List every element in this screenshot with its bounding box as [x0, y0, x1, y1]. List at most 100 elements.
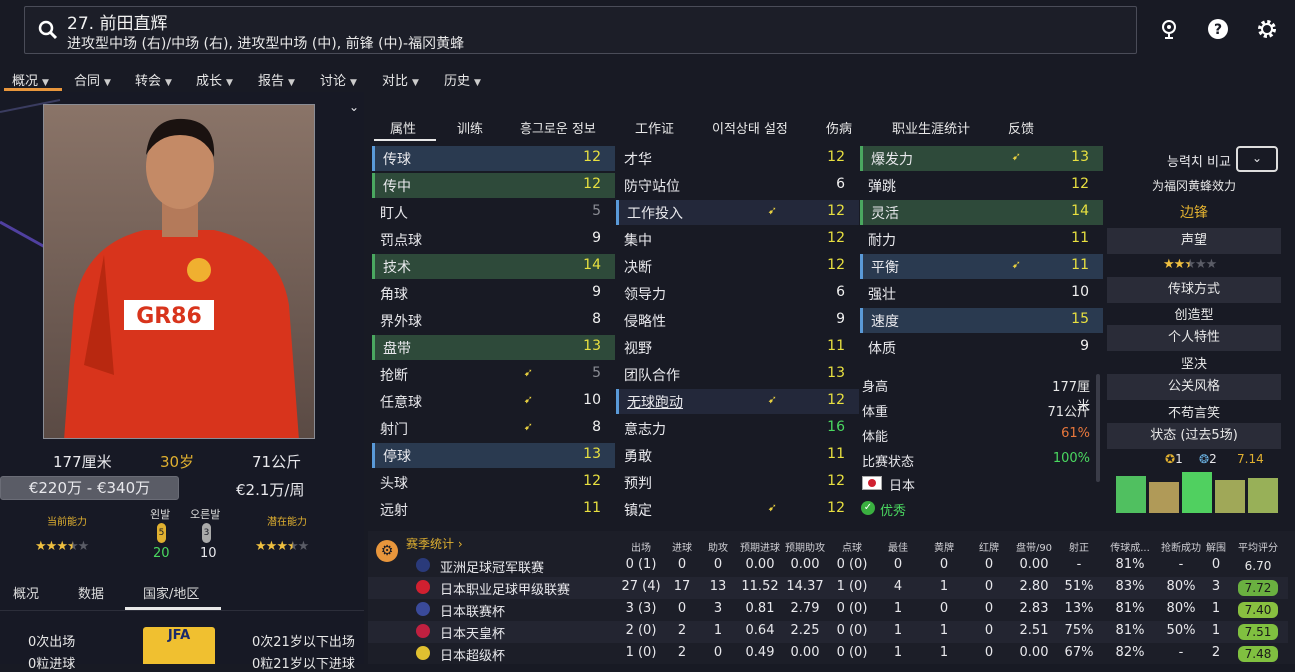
rtab-injuries[interactable]: 伤病	[826, 118, 852, 137]
form-goals-value: 1	[1175, 452, 1183, 466]
attribute-row[interactable]: 体质 9	[860, 335, 1103, 360]
rtab-career[interactable]: 职业生涯统计	[892, 118, 970, 137]
competition-name[interactable]: 日本超级杯	[440, 645, 505, 664]
attribute-name: 界外球	[380, 314, 422, 330]
attribute-value: 13	[583, 446, 601, 462]
rtab-feedback[interactable]: 反馈	[1008, 118, 1034, 137]
chevron-down-icon: ▼	[42, 78, 49, 88]
attribute-value: 9	[836, 311, 845, 327]
attribute-row[interactable]: 侵略性 9	[616, 308, 859, 333]
attribute-row[interactable]: 视野 11	[616, 335, 859, 360]
attribute-row[interactable]: 远射 11	[372, 497, 615, 522]
attribute-row[interactable]: 才华 12	[616, 146, 859, 171]
attribute-row[interactable]: 头球 12	[372, 470, 615, 495]
scout-icon[interactable]	[1158, 18, 1180, 40]
star-icon: ★	[255, 539, 267, 554]
nav-overview[interactable]: 概况 ▼	[12, 70, 49, 89]
ltab-data[interactable]: 数据	[78, 583, 104, 602]
settings-gear-icon[interactable]	[1256, 18, 1278, 40]
role: 边锋	[1180, 205, 1208, 221]
info-scrollbar[interactable]	[1096, 374, 1100, 482]
competition-name[interactable]: 日本天皇杯	[440, 623, 505, 642]
attribute-row[interactable]: 意志力 16	[616, 416, 859, 441]
attribute-row[interactable]: 盘带 13	[372, 335, 615, 360]
attribute-row[interactable]: 罚点球 9	[372, 227, 615, 252]
attribute-row[interactable]: 强壮 10	[860, 281, 1103, 306]
stats-header[interactable]: 平均评分	[1228, 539, 1288, 554]
attribute-row[interactable]: 技术 14	[372, 254, 615, 279]
attribute-row[interactable]: 镇定 12 ➹	[616, 497, 859, 522]
nav-development[interactable]: 成长 ▼	[196, 70, 233, 89]
nav-history[interactable]: 历史 ▼	[444, 70, 481, 89]
attribute-row[interactable]: 平衡 11 ➹	[860, 254, 1103, 279]
rtab-work-permit[interactable]: 工作证	[635, 118, 674, 137]
player-name: 27. 前田直辉	[67, 14, 168, 34]
info-label: 体重	[862, 405, 889, 420]
chevron-down-icon: ▼	[165, 78, 172, 88]
attribute-row[interactable]: 传球 12	[372, 146, 615, 171]
star-icon: ★	[1194, 257, 1207, 272]
player-value[interactable]: €220万 - €340万	[0, 476, 179, 500]
nav-discuss[interactable]: 讨论 ▼	[320, 70, 357, 89]
attribute-row[interactable]: 耐力 11	[860, 227, 1103, 252]
rtab-training[interactable]: 训练	[457, 118, 483, 137]
nav-transfer[interactable]: 转会 ▼	[135, 70, 172, 89]
attribute-row[interactable]: 防守站位 6	[616, 173, 859, 198]
stats-row[interactable]: 日本超级杯 1 (0) 2 0 0.49 0.00 0 (0) 1 1 0 0.00 67% 82% -2…	[368, 643, 1288, 665]
attribute-row[interactable]: 任意球 10 ➹	[372, 389, 615, 414]
stats-row[interactable]: 日本天皇杯 2 (0) 2 1 0.64 2.25 0 (0) 1 1 0 2.51 75% 81% 50…	[368, 621, 1288, 643]
rating-badge: 7.51	[1238, 624, 1278, 640]
attribute-name: 罚点球	[380, 233, 422, 249]
competition-name[interactable]: 日本职业足球甲级联赛	[440, 579, 570, 598]
attribute-row[interactable]: 集中 12	[616, 227, 859, 252]
attribute-name: 爆发力	[871, 152, 913, 168]
attribute-row[interactable]: 灵活 14	[860, 200, 1103, 225]
attribute-row[interactable]: 团队合作 13	[616, 362, 859, 387]
potential-ability-label: 潜在能力	[267, 517, 307, 528]
attribute-row[interactable]: 弹跳 12	[860, 173, 1103, 198]
compare-dropdown[interactable]: ⌄	[1236, 146, 1278, 172]
attribute-row[interactable]: 速度 15	[860, 308, 1103, 333]
plays-for: 为福冈黄蜂效力	[1151, 179, 1236, 193]
ltab-overview[interactable]: 概况	[13, 583, 39, 602]
nav-contract[interactable]: 合同 ▼	[74, 70, 111, 89]
left-foot-level: 5	[157, 523, 166, 543]
stats-row[interactable]: 日本职业足球甲级联赛 27 (4) 17 13 11.52 14.37 1 (0) 4 1 0 2.…	[368, 577, 1288, 599]
competition-icon	[416, 602, 430, 616]
player-search-box[interactable]: 27. 前田直辉 进攻型中场 (右)/中场 (右), 进攻型中场 (中), 前锋…	[24, 6, 1137, 54]
help-icon[interactable]: ?	[1207, 18, 1229, 40]
attribute-row[interactable]: 盯人 5	[372, 200, 615, 225]
attribute-row[interactable]: 射门 8 ➹	[372, 416, 615, 441]
attribute-row[interactable]: 预判 12	[616, 470, 859, 495]
stats-title-text: 赛季统计	[406, 537, 455, 551]
attribute-row[interactable]: 无球跑动 12 ➹	[616, 389, 859, 414]
attribute-value: 12	[583, 473, 601, 489]
attribute-row[interactable]: 爆发力 13 ➹	[860, 146, 1103, 171]
attribute-row[interactable]: 勇敢 11	[616, 443, 859, 468]
attribute-name: 抢断	[380, 368, 408, 384]
competition-name[interactable]: 亚洲足球冠军联赛	[440, 557, 544, 576]
attribute-row[interactable]: 角球 9	[372, 281, 615, 306]
left-tabs: 概况 数据 国家/地区	[0, 575, 364, 611]
rtab-info[interactable]: 흥그로운 정보	[520, 118, 596, 137]
nav-compare[interactable]: 对比 ▼	[382, 70, 419, 89]
chevron-down-icon[interactable]: ⌄	[349, 100, 359, 114]
attribute-row[interactable]: 决断 12	[616, 254, 859, 279]
nav-reports[interactable]: 报告 ▼	[258, 70, 295, 89]
attribute-row[interactable]: 传中 12	[372, 173, 615, 198]
attribute-row[interactable]: 领导力 6	[616, 281, 859, 306]
attribute-row[interactable]: 工作投入 12 ➹	[616, 200, 859, 225]
rtab-transfer-status[interactable]: 이적상태 설정	[712, 118, 788, 137]
ltab-nation[interactable]: 国家/地区	[143, 583, 199, 602]
attribute-row[interactable]: 界外球 8	[372, 308, 615, 333]
search-icon[interactable]	[37, 19, 59, 41]
attribute-row[interactable]: 抢断 5 ➹	[372, 362, 615, 387]
competition-name[interactable]: 日本联赛杯	[440, 601, 505, 620]
stats-row[interactable]: 亚洲足球冠军联赛 0 (1) 0 0 0.00 0.00 0 (0) 0 0 0 0.00-81% -…	[368, 555, 1288, 577]
stats-title[interactable]: 赛季统计 ›	[406, 535, 463, 552]
trend-up-icon: ➹	[1011, 258, 1021, 271]
rtab-attributes[interactable]: 属性	[390, 118, 416, 137]
stats-row[interactable]: 日本联赛杯 3 (3) 0 3 0.81 2.79 0 (0) 1 0 0 2.83 13% 81% 80…	[368, 599, 1288, 621]
attribute-row[interactable]: 停球 13	[372, 443, 615, 468]
attribute-value: 12	[827, 473, 845, 489]
